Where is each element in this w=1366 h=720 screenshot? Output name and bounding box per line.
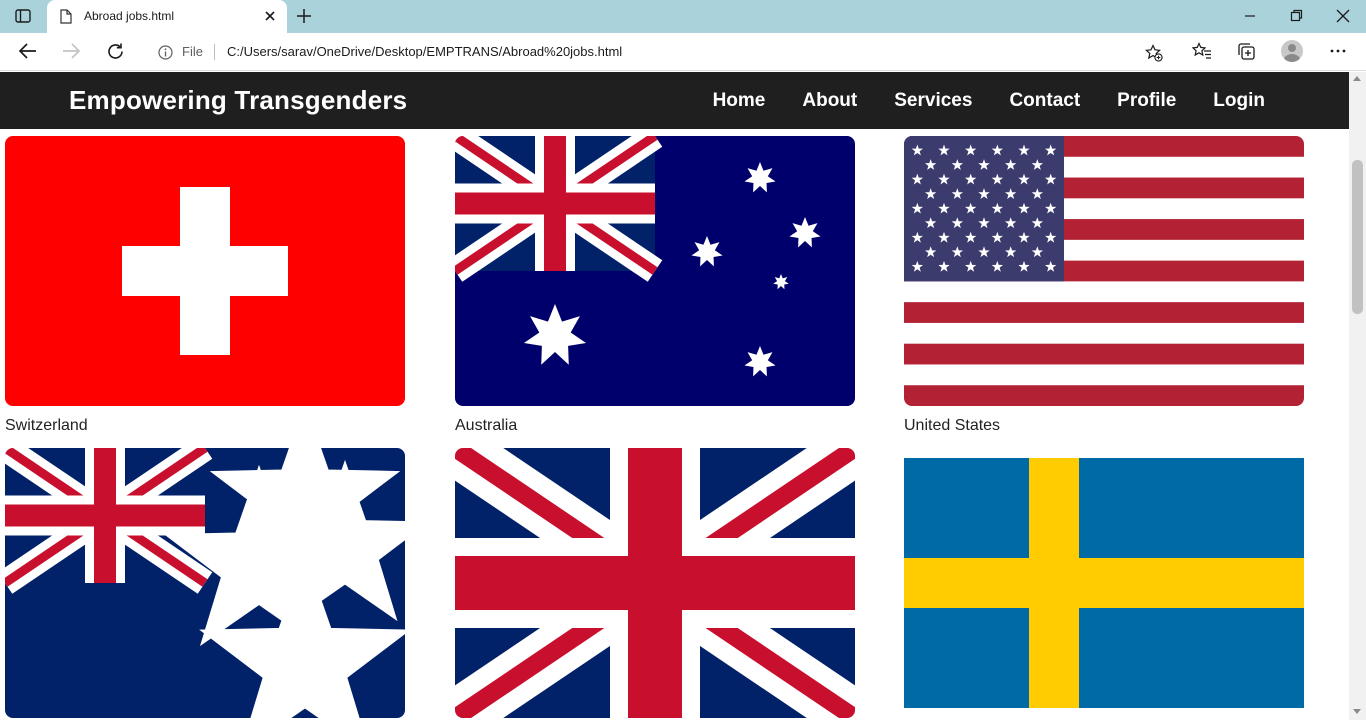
more-options-icon[interactable] [1329,42,1347,60]
back-arrow-icon[interactable] [18,42,38,60]
page-viewport: Empowering Transgenders Home About Servi… [0,72,1349,720]
browser-tab-bar: Abroad jobs.html [0,0,1366,33]
united-states-flag-icon[interactable] [904,136,1304,406]
country-card-united-states[interactable]: United States [904,136,1304,435]
country-card-switzerland[interactable]: Switzerland [5,136,405,435]
favorites-icon[interactable] [1192,42,1212,60]
browser-toolbar: File C:/Users/sarav/OneDrive/Desktop/EMP… [0,33,1366,71]
tab-title: Abroad jobs.html [84,9,175,23]
country-card-sweden[interactable] [904,458,1304,719]
country-name: Australia [455,417,518,434]
add-favorite-icon[interactable] [1145,44,1163,62]
minimize-icon[interactable] [1244,8,1256,24]
scrollbar-thumb[interactable] [1352,160,1363,314]
nav-about[interactable]: About [802,90,857,112]
forward-arrow-icon[interactable] [61,42,81,60]
country-card-united-kingdom[interactable] [455,448,855,720]
site-nav: Home About Services Contact Profile Logi… [713,90,1265,112]
switzerland-flag-icon[interactable] [5,136,405,406]
nav-home[interactable]: Home [713,90,766,112]
refresh-icon[interactable] [106,42,125,61]
sweden-flag-icon[interactable] [904,458,1304,708]
new-zealand-flag-icon[interactable] [5,448,405,718]
browser-tab[interactable]: Abroad jobs.html [47,0,287,33]
profile-avatar-icon[interactable] [1281,40,1303,62]
page-scrollbar[interactable] [1349,72,1366,720]
nav-login[interactable]: Login [1213,90,1265,112]
collections-icon[interactable] [1237,42,1256,61]
country-card-australia[interactable]: Australia [455,136,855,435]
site-header: Empowering Transgenders Home About Servi… [0,72,1349,129]
info-icon[interactable] [158,45,173,60]
close-tab-icon[interactable] [263,9,277,23]
site-brand[interactable]: Empowering Transgenders [69,85,407,116]
country-name: Switzerland [5,417,88,434]
united-kingdom-flag-icon[interactable] [455,448,855,718]
country-card-new-zealand[interactable] [5,448,405,720]
url-text[interactable]: C:/Users/sarav/OneDrive/Desktop/EMPTRANS… [227,44,622,59]
new-tab-icon[interactable] [296,8,312,24]
nav-profile[interactable]: Profile [1117,90,1176,112]
australia-flag-icon[interactable] [455,136,855,406]
nav-contact[interactable]: Contact [1009,90,1080,112]
close-window-icon[interactable] [1336,8,1350,24]
country-name: United States [904,417,1001,434]
address-separator [214,44,215,60]
scroll-down-icon[interactable] [1353,709,1361,714]
nav-services[interactable]: Services [894,90,972,112]
tab-actions-icon[interactable] [15,9,31,23]
address-bar[interactable]: File C:/Users/sarav/OneDrive/Desktop/EMP… [145,37,1175,67]
page-icon [60,9,72,24]
restore-icon[interactable] [1290,8,1304,24]
scroll-up-icon[interactable] [1353,76,1361,81]
file-scheme-label: File [182,44,203,59]
